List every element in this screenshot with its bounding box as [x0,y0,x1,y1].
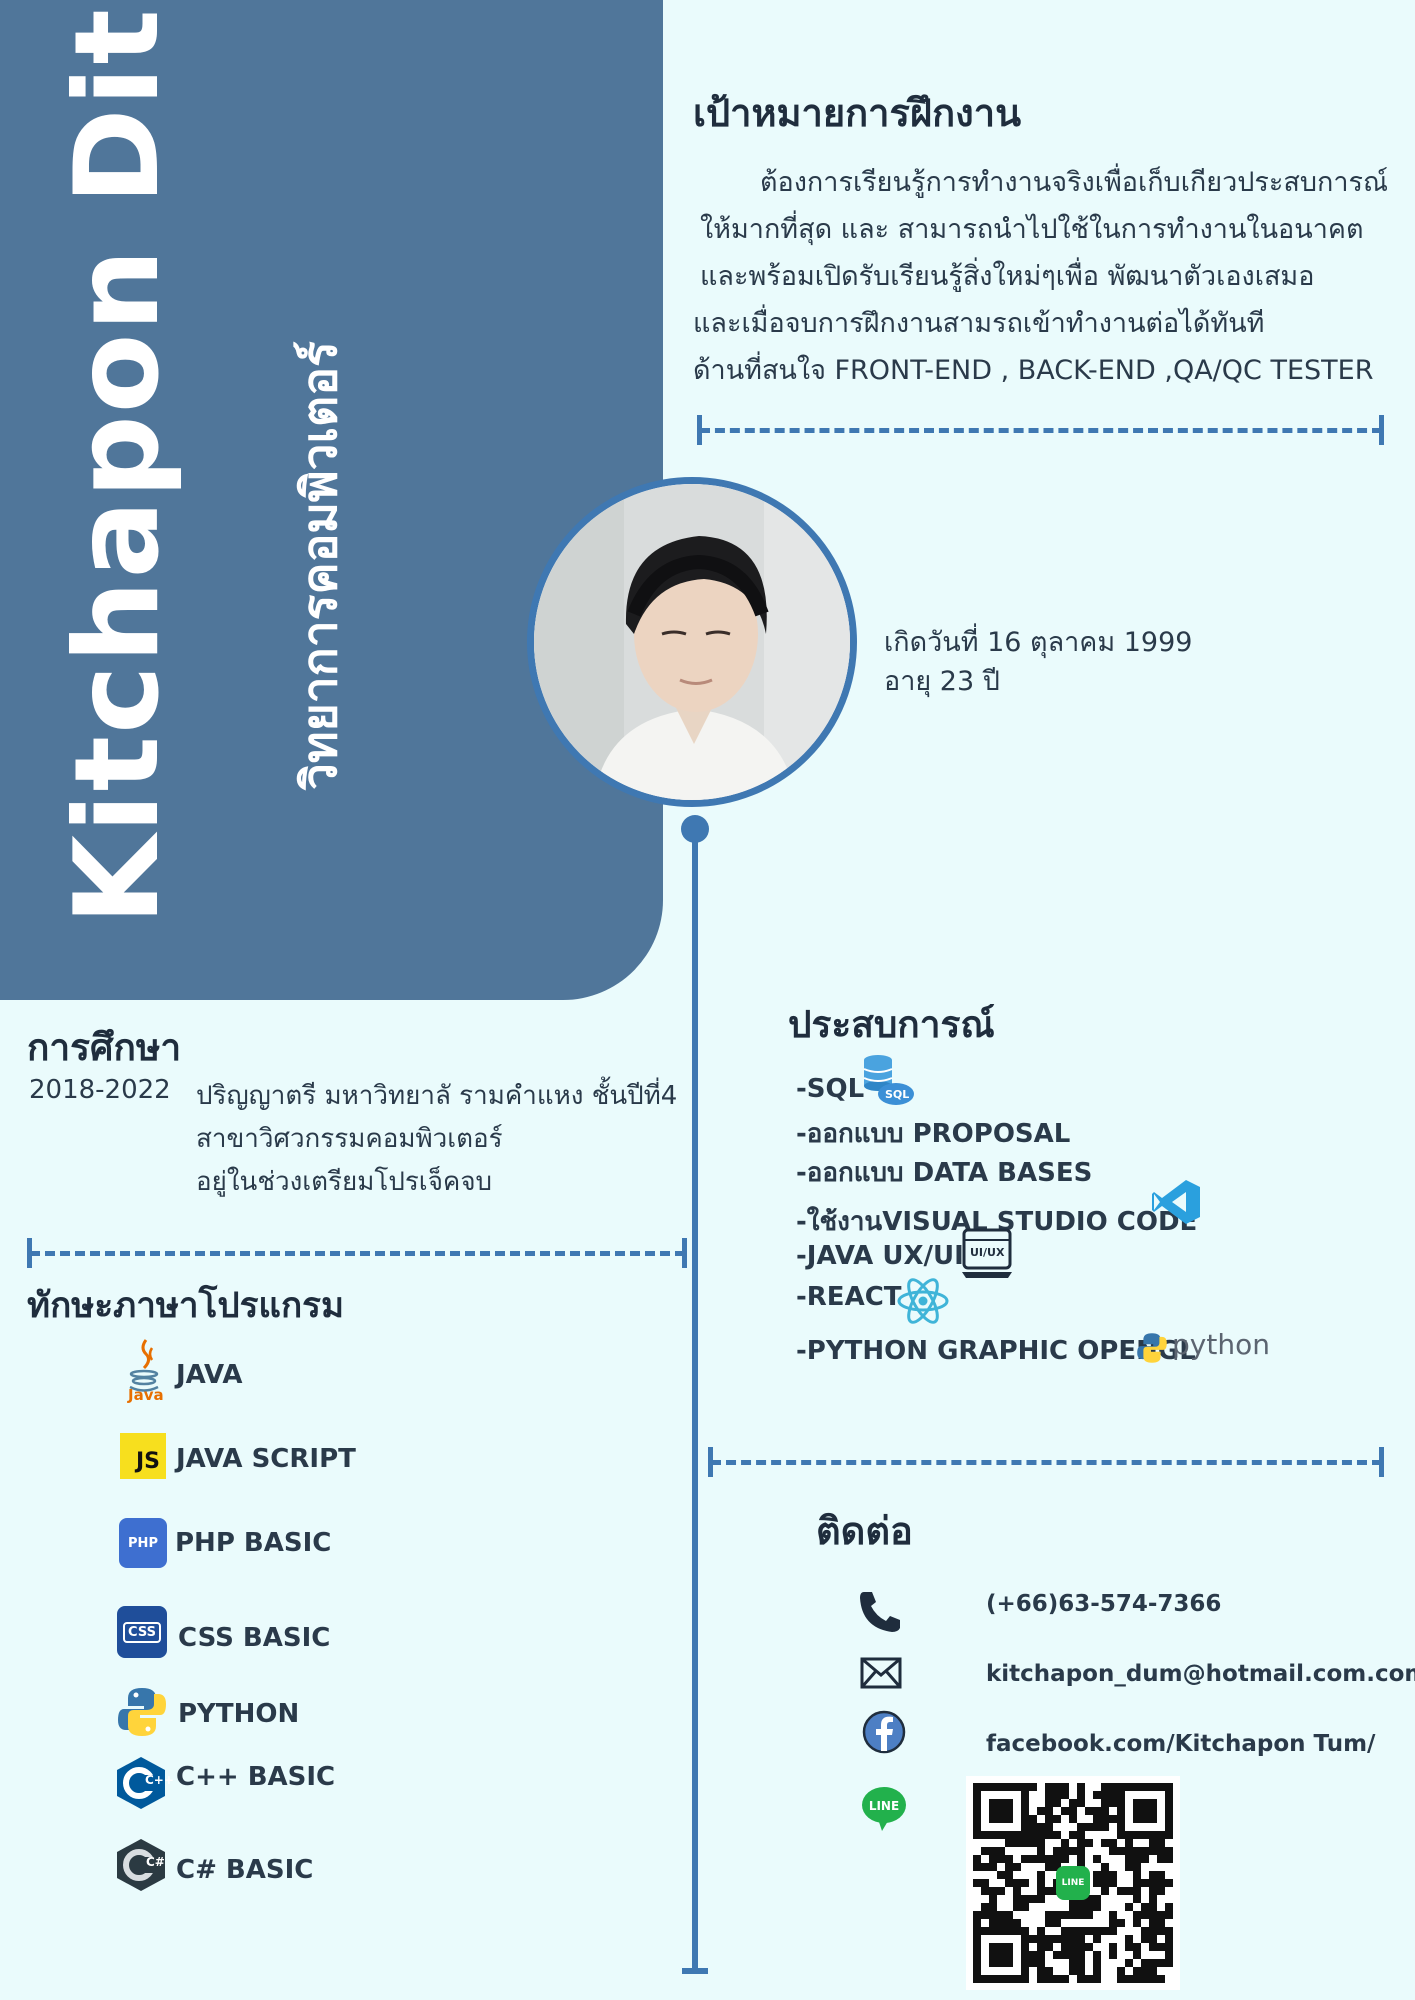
java-icon: Java [124,1338,168,1408]
facebook-icon [861,1709,907,1755]
csharp-icon: C# [115,1837,167,1893]
timeline-line [692,825,698,1973]
python-wordmark: python [1172,1328,1270,1361]
css-badge: CSS [123,1621,161,1643]
cpp-icon: C++ [115,1755,174,1811]
vscode-icon [1150,1178,1202,1226]
php-badge: PHP [128,1535,158,1551]
education-degree: ปริญญาตรี มหาวิทยาลั รามคำแหง ชั้นปีที่4 [196,1081,678,1111]
qr-code[interactable]: LINE [966,1776,1180,1990]
csharp-badge: C# [146,1855,165,1869]
timeline-end [682,1968,708,1974]
skill-label: JAVA [176,1360,243,1390]
phone-number[interactable]: (+66)63-574-7366 [986,1591,1221,1617]
education-status: อยู่ในช่วงเตรียมโปรเจ็คจบ [196,1167,493,1197]
email-icon [860,1657,902,1689]
education-years: 2018-2022 [29,1075,171,1105]
experience-item: -JAVA UX/UI [796,1241,964,1271]
line-icon: LINE [860,1785,908,1833]
python-icon [116,1686,168,1738]
skill-label: PYTHON [178,1699,300,1729]
education-title: การศึกษา [27,1026,182,1069]
faculty-title: วิทยาการคอมพิวเตอร์ [292,341,348,790]
skill-label: PHP BASIC [175,1528,332,1558]
birth-date: เกิดวันที่ 16 ตุลาคม 1999 [884,627,1193,658]
skill-label: C++ BASIC [176,1762,336,1792]
qr-line-badge: LINE [1061,1878,1085,1888]
python-logo-icon [1136,1332,1168,1364]
objective-line: ให้มากที่สุด และ สามารถนำไปใช้ในการทำงาน… [700,214,1364,245]
section-divider [711,1460,1382,1465]
css-icon: CSS [117,1606,167,1658]
java-caption: Java [128,1386,164,1404]
objective-interests: ด้านที่สนใจ FRONT-END , BACK-END ,QA/QC … [693,355,1374,386]
email-address[interactable]: kitchapon_dum@hotmail.com.com [986,1661,1415,1687]
section-divider [700,428,1382,433]
objective-line: และพร้อมเปิดรับเรียนรู้สิ่งใหม่ๆเพื่อ พั… [700,261,1315,292]
javascript-icon: JS [120,1433,166,1479]
react-icon [896,1276,950,1326]
divider-cap [1379,415,1384,445]
experience-item: -REACT [796,1282,902,1312]
cpp-badge: C++ [145,1773,174,1787]
uiux-badge: UI/UX [970,1246,1005,1259]
experience-item: -ออกแบบ DATA BASES [796,1158,1093,1188]
facebook-link[interactable]: facebook.com/Kitchapon Tum/ [986,1731,1375,1757]
profile-photo [527,477,857,807]
profile-photo-image [534,484,850,800]
experience-item: -SQL [796,1074,865,1104]
timeline-dot [681,815,709,843]
education-major: สาขาวิศวกรรมคอมพิวเตอร์ [196,1124,503,1154]
php-icon: PHP [119,1518,167,1568]
divider-cap [1379,1447,1384,1477]
divider-cap [682,1238,687,1268]
age: อายุ 23 ปี [884,666,1000,697]
experience-item: -ออกแบบ PROPOSAL [796,1119,1071,1149]
phone-icon [858,1588,904,1634]
skill-label: JAVA SCRIPT [176,1444,356,1474]
objective-line: และเมื่อจบการฝึกงานสามรถเข้าทำงานต่อได้ท… [693,308,1265,339]
contact-title: ติดต่อ [816,1509,913,1553]
uiux-icon: UI/UX [960,1228,1016,1280]
skills-title: ทักษะภาษาโปรแกรม [27,1286,345,1326]
objective-line: ต้องการเรียนรู้การทำงานจริงเพื่อเก็บเกีย… [760,167,1389,198]
experience-title: ประสบการณ์ [788,1003,995,1046]
line-badge: LINE [868,1799,900,1813]
sql-badge: SQL [885,1088,910,1101]
sql-icon: SQL [860,1052,916,1108]
section-divider [30,1251,685,1256]
qr-line-logo: LINE [1056,1866,1090,1900]
objective-title: เป้าหมายการฝึกงาน [693,91,1022,135]
skill-label: C# BASIC [176,1855,314,1885]
candidate-name: Kitchapon Ditpin [50,0,185,925]
skill-label: CSS BASIC [178,1623,331,1653]
javascript-badge: JS [135,1448,161,1474]
